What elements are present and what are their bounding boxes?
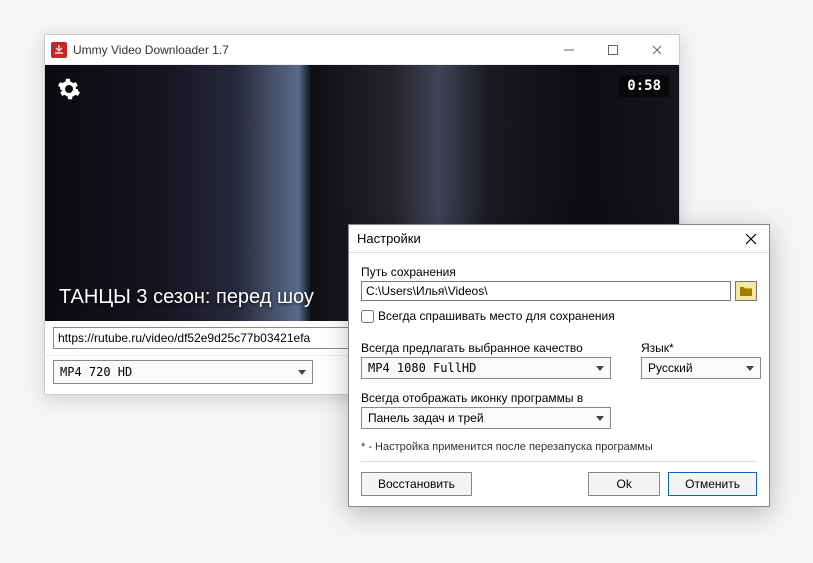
tray-label: Всегда отображать иконку программы в [361, 391, 757, 405]
quality-value: MP4 1080 FullHD [368, 361, 476, 375]
cancel-button[interactable]: Отменить [668, 472, 757, 496]
chevron-down-icon [596, 416, 604, 421]
settings-close-button[interactable] [741, 229, 761, 249]
lang-value: Русский [648, 361, 693, 375]
tray-value: Панель задач и трей [368, 411, 484, 425]
chevron-down-icon [298, 370, 306, 375]
gear-icon[interactable] [57, 77, 81, 101]
settings-titlebar: Настройки [349, 225, 769, 253]
titlebar: Ummy Video Downloader 1.7 [45, 35, 679, 65]
quality-label: Всегда предлагать выбранное качество [361, 341, 611, 355]
tray-select[interactable]: Панель задач и трей [361, 407, 611, 429]
close-button[interactable] [635, 35, 679, 65]
dialog-buttons: Восстановить Ok Отменить [361, 472, 757, 496]
video-duration: 0:58 [619, 75, 669, 97]
settings-title: Настройки [357, 231, 741, 246]
ask-location-label: Всегда спрашивать место для сохранения [378, 309, 615, 323]
quality-select[interactable]: MP4 1080 FullHD [361, 357, 611, 379]
window-title: Ummy Video Downloader 1.7 [73, 43, 547, 57]
format-select[interactable]: MP4 720 HD [53, 360, 313, 384]
ask-location-checkbox[interactable] [361, 310, 374, 323]
lang-select[interactable]: Русский [641, 357, 761, 379]
app-icon [51, 42, 67, 58]
minimize-button[interactable] [547, 35, 591, 65]
path-row [361, 281, 757, 301]
video-caption: ТАНЦЫ 3 сезон: перед шоу [59, 286, 314, 309]
path-input[interactable] [361, 281, 731, 301]
settings-body: Путь сохранения Всегда спрашивать место … [349, 253, 769, 506]
folder-icon [739, 285, 753, 297]
maximize-button[interactable] [591, 35, 635, 65]
browse-button[interactable] [735, 281, 757, 301]
restart-note: * - Настройка применится после перезапус… [361, 441, 757, 453]
chevron-down-icon [746, 366, 754, 371]
restore-button[interactable]: Восстановить [361, 472, 472, 496]
settings-dialog: Настройки Путь сохранения Всегда спрашив… [348, 224, 770, 507]
ask-location-row: Всегда спрашивать место для сохранения [361, 309, 757, 323]
lang-label: Язык* [641, 341, 761, 355]
path-label: Путь сохранения [361, 265, 757, 279]
chevron-down-icon [596, 366, 604, 371]
ok-button[interactable]: Ok [588, 472, 660, 496]
format-value: MP4 720 HD [60, 365, 132, 379]
divider [361, 461, 757, 462]
